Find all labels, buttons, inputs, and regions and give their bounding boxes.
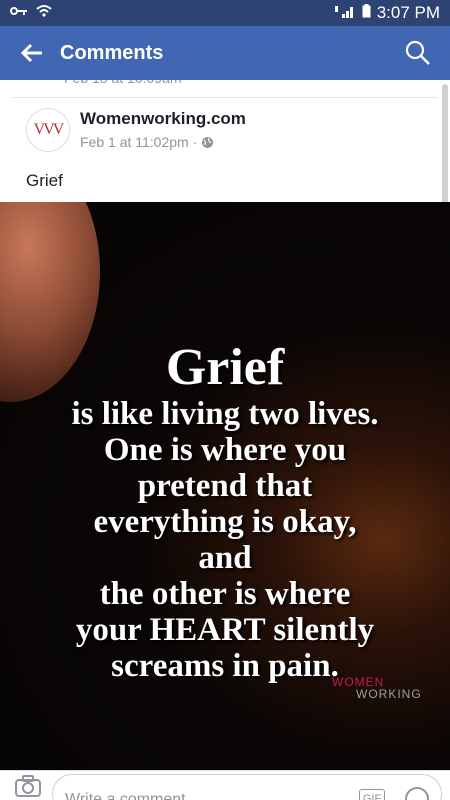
post-header: VVV Womenworking.com Feb 1 at 11:02pm · bbox=[26, 108, 246, 152]
quote-line: everything is okay, bbox=[93, 504, 357, 540]
search-button[interactable] bbox=[400, 35, 436, 71]
divider bbox=[12, 97, 438, 98]
quote-line: and bbox=[198, 540, 252, 576]
page-name-link[interactable]: Womenworking.com bbox=[80, 108, 246, 130]
comment-placeholder: Write a comment... bbox=[65, 790, 199, 800]
comments-content: Feb 18 at 10:09am VVV Womenworking.com F… bbox=[0, 80, 450, 770]
comment-composer: Write a comment... GIF bbox=[0, 770, 450, 800]
app-bar: Comments bbox=[0, 26, 450, 80]
watermark-logo: WOMEN WORKING bbox=[332, 676, 422, 700]
post-meta: Womenworking.com Feb 1 at 11:02pm · bbox=[80, 108, 246, 150]
post-text: Grief bbox=[26, 171, 63, 190]
camera-icon bbox=[15, 774, 41, 797]
quote-line: your HEART silently bbox=[75, 612, 375, 648]
watermark-line-2: WORKING bbox=[356, 687, 422, 701]
back-arrow-icon bbox=[21, 43, 42, 63]
emoji-icon[interactable] bbox=[405, 786, 429, 800]
post-image[interactable]: Grief is like living two lives. One is w… bbox=[0, 202, 450, 770]
battery-icon bbox=[362, 3, 371, 23]
status-time: 3:07 PM bbox=[376, 3, 440, 22]
wifi-icon bbox=[36, 4, 52, 23]
quote-line: is like living two lives. bbox=[71, 396, 379, 432]
quote-line: the other is where bbox=[99, 576, 351, 612]
quote-line: pretend that bbox=[137, 468, 313, 504]
search-icon bbox=[405, 40, 430, 65]
avatar[interactable]: VVV bbox=[26, 108, 70, 152]
quote-title: Grief bbox=[165, 339, 285, 396]
gif-button[interactable]: GIF bbox=[359, 788, 385, 800]
back-button[interactable] bbox=[14, 35, 50, 71]
signal-icon bbox=[334, 4, 356, 23]
separator: · bbox=[192, 134, 198, 150]
page-title: Comments bbox=[60, 41, 164, 64]
camera-button[interactable] bbox=[12, 772, 44, 800]
status-bar: 3:07 PM bbox=[0, 0, 450, 26]
timestamp-text[interactable]: Feb 1 at 11:02pm bbox=[80, 134, 189, 150]
key-icon bbox=[10, 4, 28, 22]
comment-input[interactable]: Write a comment... GIF bbox=[52, 773, 442, 800]
previous-comment-date: Feb 18 at 10:09am bbox=[64, 80, 182, 88]
post-timestamp: Feb 1 at 11:02pm · bbox=[80, 134, 246, 150]
quote-line: One is where you bbox=[103, 432, 347, 468]
globe-icon bbox=[202, 136, 214, 148]
quote-text: Grief is like living two lives. One is w… bbox=[0, 339, 450, 685]
